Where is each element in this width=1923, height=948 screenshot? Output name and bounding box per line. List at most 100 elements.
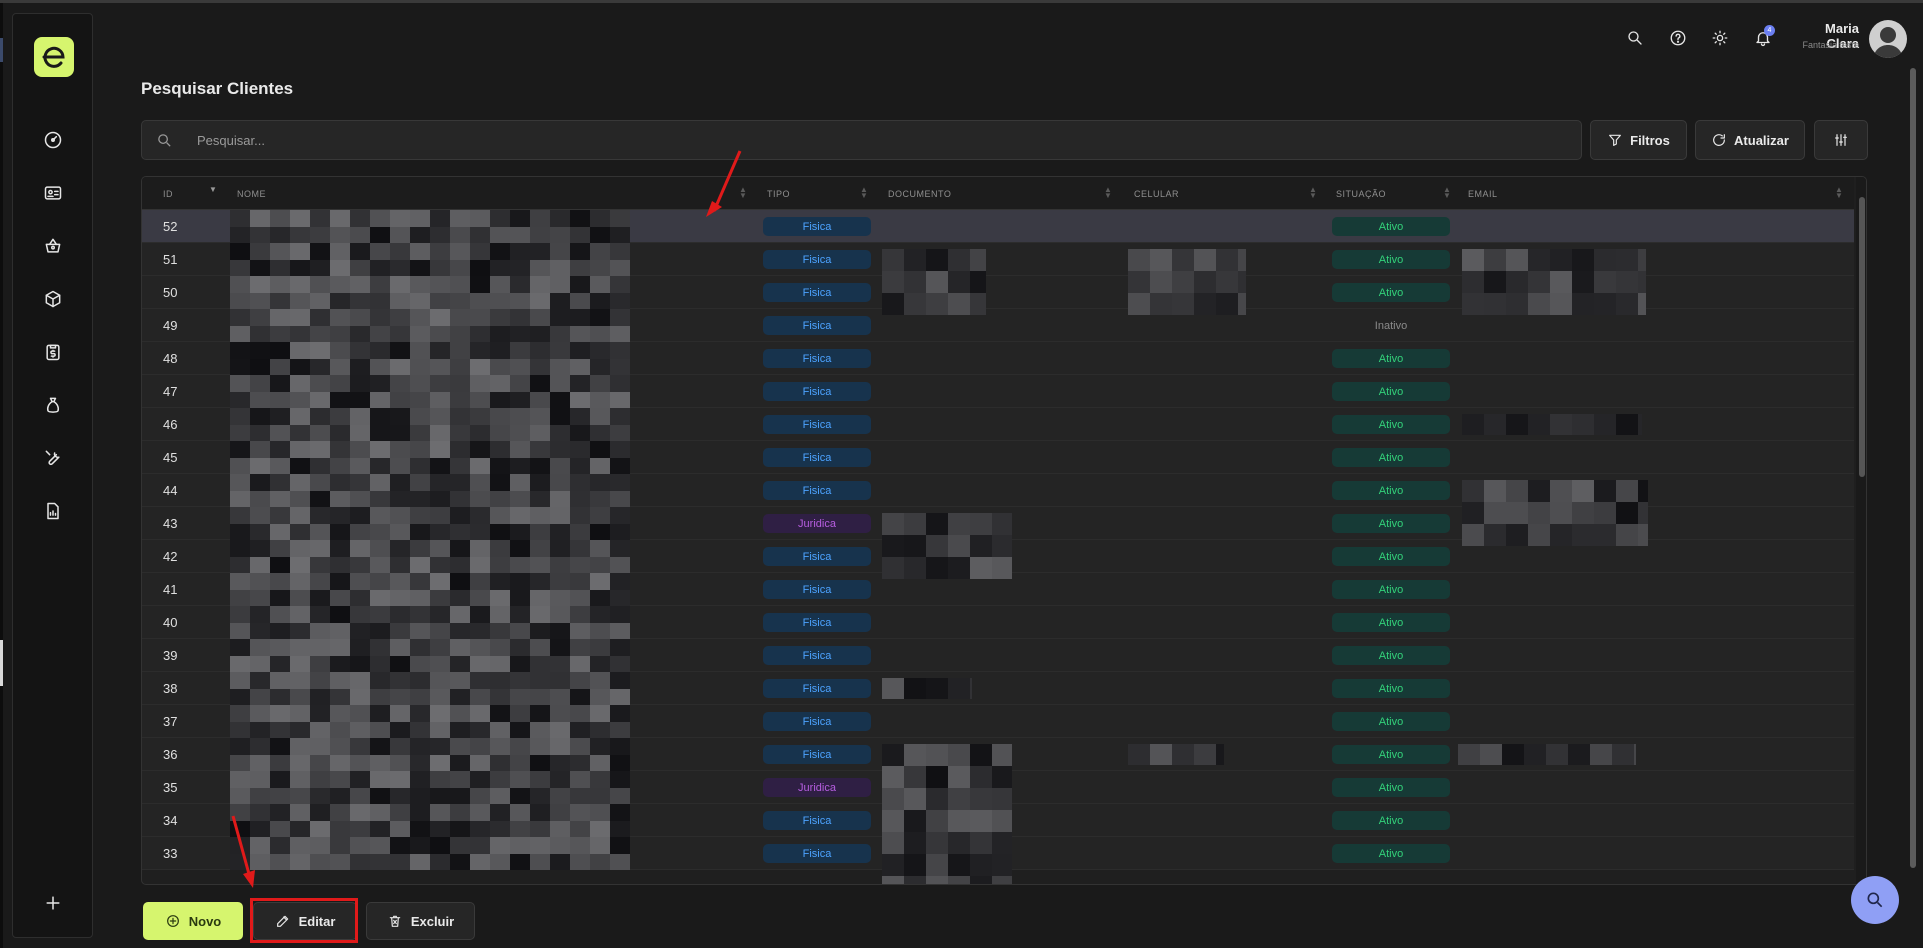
- annotation-highlight-box: [250, 898, 358, 943]
- sort-icon[interactable]: ▲ ▼: [1309, 186, 1317, 200]
- notification-badge: 4: [1764, 25, 1775, 36]
- basket-icon[interactable]: [40, 233, 66, 259]
- status-badge: Ativo: [1332, 811, 1450, 830]
- window-top-border: [0, 0, 1923, 3]
- status-badge: Ativo: [1332, 349, 1450, 368]
- tipo-badge: Fisica: [763, 613, 871, 632]
- wrench-icon[interactable]: [40, 445, 66, 471]
- status-badge: Inativo: [1374, 319, 1408, 332]
- redacted-name: [230, 408, 630, 441]
- tipo-badge: Fisica: [763, 250, 871, 269]
- new-button[interactable]: Novo: [143, 902, 243, 940]
- status-badge: Ativo: [1332, 547, 1450, 566]
- refresh-button[interactable]: Atualizar: [1695, 120, 1805, 160]
- redacted-name: [230, 243, 630, 276]
- cell-id: 33: [163, 846, 178, 861]
- user-avatar-icon: [1873, 27, 1903, 58]
- column-header-documento[interactable]: DOCUMENTO: [888, 189, 951, 199]
- search-bar[interactable]: [141, 120, 1582, 160]
- search-input[interactable]: [197, 121, 1567, 159]
- page-scrollbar-thumb[interactable]: [1910, 68, 1916, 868]
- app-logo[interactable]: [34, 37, 74, 77]
- tipo-badge: Fisica: [763, 415, 871, 434]
- cell-id: 44: [163, 483, 178, 498]
- annotation-arrow-icon: [706, 150, 742, 217]
- tipo-badge: Fisica: [763, 844, 871, 863]
- redacted-name: [230, 771, 630, 804]
- money-bag-icon[interactable]: [40, 392, 66, 418]
- avatar[interactable]: [1869, 20, 1907, 58]
- table-row[interactable]: 52 Fisica Ativo: [142, 210, 1854, 243]
- column-header-nome[interactable]: NOME: [237, 189, 266, 199]
- refresh-icon: [1713, 134, 1725, 146]
- status-badge: Ativo: [1332, 646, 1450, 665]
- table-row[interactable]: 40 Fisica Ativo: [142, 606, 1854, 639]
- redacted-field: [1458, 744, 1636, 765]
- table-row[interactable]: 38 Fisica Ativo: [142, 672, 1854, 705]
- column-header-situacao[interactable]: SITUAÇÃO: [1336, 189, 1386, 199]
- sort-desc-icon[interactable]: ▼: [209, 186, 217, 194]
- tipo-badge: Fisica: [763, 712, 871, 731]
- report-icon[interactable]: [40, 498, 66, 524]
- help-icon[interactable]: [1667, 27, 1689, 49]
- cell-id: 45: [163, 450, 178, 465]
- cell-id: 42: [163, 549, 178, 564]
- redacted-name: [230, 606, 630, 639]
- table-row[interactable]: 39 Fisica Ativo: [142, 639, 1854, 672]
- search-icon[interactable]: [1624, 27, 1646, 49]
- column-header-id[interactable]: ID: [163, 189, 173, 199]
- table-row[interactable]: 37 Fisica Ativo: [142, 705, 1854, 738]
- table-row[interactable]: 45 Fisica Ativo: [142, 441, 1854, 474]
- sort-icon[interactable]: ▲ ▼: [1443, 186, 1451, 200]
- redacted-name: [230, 705, 630, 738]
- cell-id: 38: [163, 681, 178, 696]
- column-header-celular[interactable]: CELULAR: [1134, 189, 1179, 199]
- table-scrollbar-thumb[interactable]: [1859, 197, 1865, 477]
- tipo-badge: Fisica: [763, 580, 871, 599]
- column-header-tipo[interactable]: TIPO: [767, 189, 790, 199]
- id-card-icon[interactable]: [40, 180, 66, 206]
- refresh-label: Atualizar: [1734, 132, 1789, 148]
- search-fab-button[interactable]: [1851, 876, 1899, 924]
- filter-icon: [1609, 134, 1622, 146]
- redacted-name: [230, 375, 630, 408]
- redacted-name: [230, 639, 630, 672]
- redacted-name: [230, 540, 630, 573]
- delete-label: Excluir: [410, 913, 455, 929]
- clipboard-dollar-icon[interactable]: [40, 339, 66, 365]
- tipo-badge: Fisica: [763, 547, 871, 566]
- window-left-edge: [0, 3, 3, 948]
- delete-button[interactable]: Excluir: [366, 902, 475, 940]
- dashboard-icon[interactable]: [40, 127, 66, 153]
- left-edge-marker: [0, 38, 3, 62]
- plus-icon[interactable]: [40, 890, 66, 916]
- notification-icon[interactable]: 4: [1752, 25, 1775, 49]
- trash-icon: [389, 915, 401, 927]
- status-badge: Ativo: [1332, 481, 1450, 500]
- redacted-name: [230, 342, 630, 375]
- column-header-email[interactable]: EMAIL: [1468, 189, 1498, 199]
- sun-icon[interactable]: [1709, 27, 1731, 49]
- tipo-badge: Fisica: [763, 646, 871, 665]
- column-settings-button[interactable]: [1814, 120, 1868, 160]
- status-badge: Ativo: [1332, 217, 1450, 236]
- redacted-field: [882, 513, 1012, 579]
- filters-button[interactable]: Filtros: [1590, 120, 1687, 160]
- sort-icon[interactable]: ▲ ▼: [1835, 186, 1843, 200]
- annotation-arrow-icon: [231, 815, 255, 888]
- tipo-badge: Fisica: [763, 481, 871, 500]
- sort-icon[interactable]: ▲ ▼: [860, 186, 868, 200]
- page-scrollbar[interactable]: [1909, 68, 1917, 868]
- status-badge: Ativo: [1332, 679, 1450, 698]
- table-row[interactable]: 47 Fisica Ativo: [142, 375, 1854, 408]
- box-icon[interactable]: [40, 286, 66, 312]
- table-scrollbar[interactable]: [1856, 177, 1866, 884]
- clients-table: ID ▼ NOME ▲ ▼ TIPO ▲ ▼ DOCUMENTO ▲ ▼ CELULA…: [141, 176, 1867, 885]
- redacted-field: [882, 249, 986, 315]
- logo-e-icon: [42, 46, 65, 68]
- table-header: ID ▼ NOME ▲ ▼ TIPO ▲ ▼ DOCUMENTO ▲ ▼ CELULA…: [142, 177, 1854, 210]
- table-row[interactable]: 48 Fisica Ativo: [142, 342, 1854, 375]
- redacted-name: [230, 441, 630, 474]
- redacted-name: [230, 837, 630, 870]
- sort-icon[interactable]: ▲ ▼: [1104, 186, 1112, 200]
